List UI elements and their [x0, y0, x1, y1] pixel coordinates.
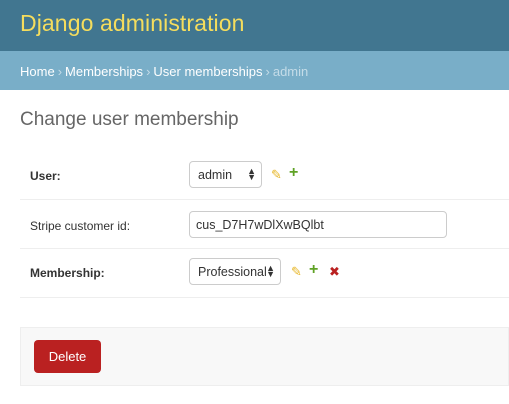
submit-row: Delete: [20, 327, 509, 386]
page-title: Change user membership: [20, 109, 239, 130]
breadcrumb: Home › Memberships › User memberships › admin: [0, 51, 509, 90]
pencil-icon[interactable]: ✎: [271, 167, 282, 183]
form-row-user: User: admin ▲ ▼ ✎ +: [20, 150, 509, 200]
user-label: User:: [30, 169, 61, 183]
breadcrumb-separator: ›: [146, 64, 151, 79]
stripe-customer-id-label: Stripe customer id:: [30, 219, 131, 233]
stripe-customer-id-value: cus_D7H7wDlXwBQlbt: [196, 218, 324, 232]
stripe-customer-id-input[interactable]: cus_D7H7wDlXwBQlbt: [189, 211, 447, 238]
membership-select-value: Professional: [198, 265, 267, 279]
chevron-updown-icon: ▲ ▼: [266, 263, 275, 279]
breadcrumb-separator: ›: [265, 64, 270, 79]
user-select-value: admin: [198, 168, 233, 182]
breadcrumb-memberships[interactable]: Memberships: [65, 64, 143, 79]
breadcrumb-home[interactable]: Home: [20, 64, 55, 79]
chevron-updown-icon: ▲ ▼: [247, 166, 256, 182]
breadcrumb-current: admin: [272, 64, 309, 79]
plus-icon[interactable]: +: [289, 164, 298, 182]
delete-button[interactable]: Delete: [34, 340, 101, 373]
pencil-icon[interactable]: ✎: [291, 264, 302, 280]
breadcrumb-user-memberships[interactable]: User memberships: [153, 64, 262, 79]
header: Django administration: [0, 0, 509, 51]
cross-icon[interactable]: ✖: [329, 264, 340, 280]
plus-icon[interactable]: +: [309, 261, 318, 279]
membership-label: Membership:: [30, 266, 105, 280]
site-title[interactable]: Django administration: [20, 10, 245, 37]
form-row-membership: Membership: Professional ▲ ▼ ✎ + ✖: [20, 249, 509, 298]
form-row-stripe-customer-id: Stripe customer id: cus_D7H7wDlXwBQlbt: [20, 200, 509, 249]
membership-select[interactable]: Professional ▲ ▼: [189, 258, 281, 285]
user-select[interactable]: admin ▲ ▼: [189, 161, 262, 188]
breadcrumb-separator: ›: [57, 64, 63, 79]
